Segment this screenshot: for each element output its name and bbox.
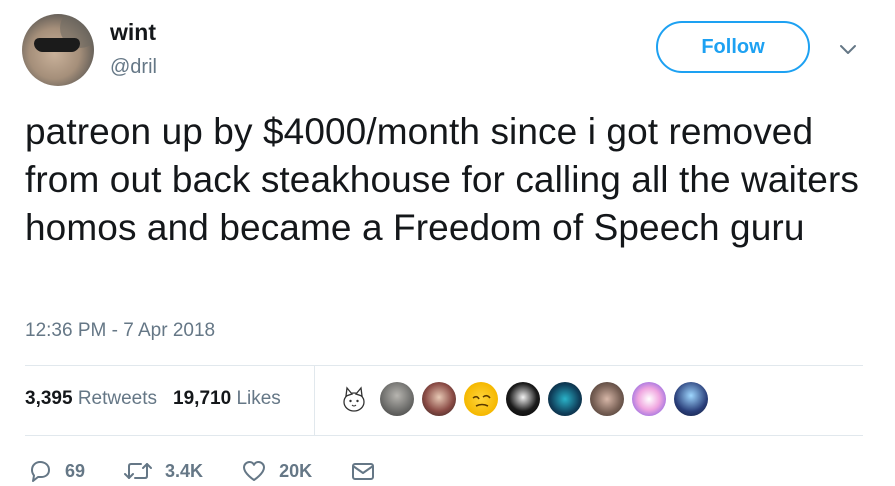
heart-icon	[241, 459, 267, 483]
reply-icon	[27, 459, 53, 483]
likes-stat[interactable]: 19,710 Likes	[173, 388, 281, 410]
liker-avatar-grey[interactable]	[380, 382, 414, 416]
likes-label: Likes	[236, 388, 281, 409]
like-button[interactable]: 20K	[241, 459, 312, 483]
liker-avatar-cat[interactable]	[336, 382, 372, 418]
author-display-name[interactable]: wint	[110, 19, 156, 46]
retweet-icon	[123, 459, 153, 483]
retweets-count: 3,395	[25, 388, 73, 409]
stats-separator	[314, 366, 315, 435]
envelope-icon	[350, 459, 376, 483]
sunglasses-shape	[34, 38, 80, 52]
follow-button[interactable]: Follow	[656, 21, 810, 73]
retweets-stat[interactable]: 3,395 Retweets	[25, 388, 157, 410]
retweet-button[interactable]: 3.4K	[123, 459, 203, 483]
liker-avatars	[336, 382, 708, 418]
liker-avatar-anime-blue[interactable]	[674, 382, 708, 416]
liker-avatar-teal-mask[interactable]	[548, 382, 582, 416]
liker-avatar-anime-black[interactable]	[506, 382, 540, 416]
liker-avatar-woman[interactable]	[422, 382, 456, 416]
reply-button[interactable]: 69	[27, 459, 85, 483]
divider-top	[25, 365, 863, 366]
chevron-down-icon[interactable]	[836, 40, 860, 60]
retweet-count: 3.4K	[165, 460, 204, 481]
liker-avatar-emoji[interactable]	[464, 382, 498, 416]
reply-count: 69	[65, 460, 86, 481]
retweets-label: Retweets	[77, 388, 158, 409]
engagement-stats: 3,395 Retweets 19,710 Likes	[25, 388, 281, 410]
divider-bottom	[25, 435, 863, 436]
author-handle[interactable]: @dril	[110, 56, 157, 79]
author-avatar[interactable]	[22, 14, 94, 86]
tweet-text: patreon up by $4000/month since i got re…	[25, 111, 859, 248]
tweet-actions: 69 3.4K 20K	[27, 456, 414, 486]
tweet-card: wint @dril Follow patreon up by $4000/mo…	[0, 0, 895, 486]
likes-count: 19,710	[173, 388, 232, 409]
direct-message-button[interactable]	[350, 459, 376, 483]
like-count: 20K	[279, 460, 313, 481]
liker-avatar-blonde[interactable]	[590, 382, 624, 416]
tweet-timestamp[interactable]: 12:36 PM - 7 Apr 2018	[25, 320, 215, 342]
liker-avatar-pastel[interactable]	[632, 382, 666, 416]
